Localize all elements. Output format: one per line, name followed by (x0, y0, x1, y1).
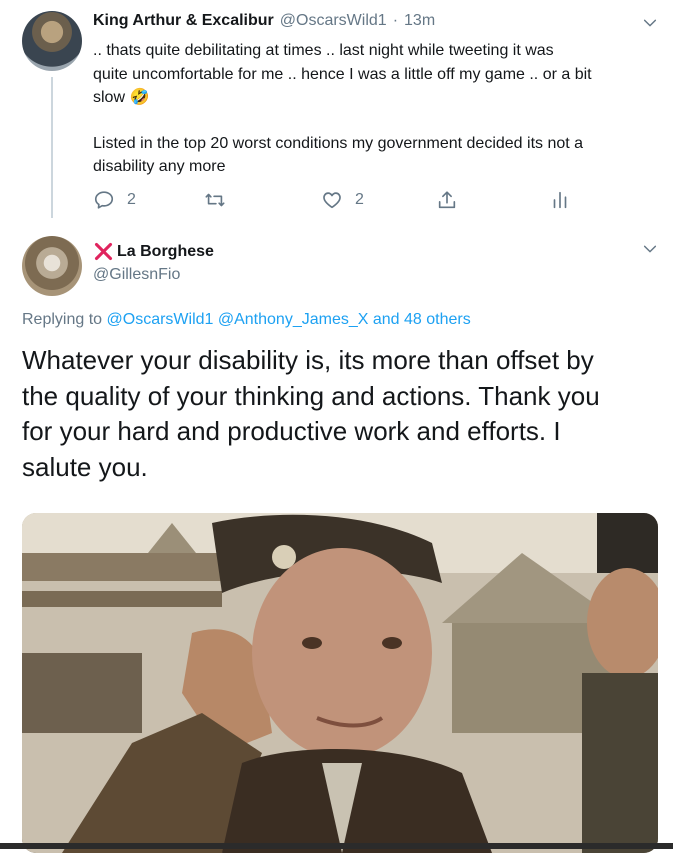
tweet-text-line: disability any more (93, 158, 226, 175)
tweet-text-line: Listed in the top 20 worst conditions my… (93, 134, 584, 152)
retweet-button[interactable] (204, 189, 226, 211)
tweet-text-line: quite uncomfortable for me .. hence I wa… (93, 65, 592, 83)
tweet-time[interactable]: 13m (404, 12, 435, 30)
tweet1-header: King Arthur & Excalibur @OscarsWild1 · 1… (93, 12, 435, 30)
author-handle[interactable]: @GillesnFio (93, 266, 180, 284)
replying-to-link[interactable]: @OscarsWild1 @Anthony_James_X and 48 oth… (107, 311, 471, 328)
tweet-text-line: Whatever your disability is, its more th… (22, 345, 594, 375)
author-name[interactable]: La Borghese (117, 243, 214, 261)
replying-to: Replying to @OscarsWild1 @Anthony_James_… (22, 311, 471, 329)
analytics-button[interactable] (549, 189, 571, 211)
tweet2-header: La Borghese (93, 241, 214, 262)
analytics-icon (553, 191, 567, 209)
avatar[interactable] (22, 236, 82, 296)
reply-icon (94, 191, 114, 209)
tweet-text-line: slow (93, 89, 126, 106)
tweet-text-line: the quality of your thinking and actions… (22, 380, 600, 411)
scrollbar-track[interactable] (0, 843, 673, 849)
tweet1-body: .. thats quite debilitating at times .. … (93, 39, 663, 179)
avatar[interactable] (22, 11, 82, 71)
replying-prefix: Replying to (22, 311, 103, 328)
like-icon (323, 192, 341, 209)
reply-count: 2 (127, 191, 136, 208)
author-handle[interactable]: @OscarsWild1 (280, 12, 387, 30)
author-name[interactable]: King Arthur & Excalibur (93, 12, 274, 30)
chevron-down-icon[interactable] (642, 15, 658, 31)
reply-button[interactable]: 2 (93, 189, 136, 211)
like-button[interactable]: 2 (321, 189, 364, 211)
red-x-icon (94, 242, 113, 261)
separator-dot: · (392, 12, 399, 29)
like-count: 2 (355, 191, 364, 208)
chevron-down-icon[interactable] (642, 241, 658, 257)
rofl-emoji: 🤣 (129, 89, 150, 106)
tweet-media-image[interactable] (22, 513, 658, 853)
tweet2-text: Whatever your disability is, its more th… (22, 343, 652, 485)
retweet-icon (205, 193, 225, 207)
tweet-text-line: for your hard and productive work and ef… (22, 416, 561, 446)
tweet-text-line: .. thats quite debilitating at times .. … (93, 42, 554, 59)
share-button[interactable] (436, 189, 458, 211)
share-icon (438, 191, 456, 209)
saluting-soldier-illustration (22, 513, 658, 853)
tweet-text-line: salute you. (22, 451, 148, 482)
thread-connector-line (51, 77, 53, 218)
